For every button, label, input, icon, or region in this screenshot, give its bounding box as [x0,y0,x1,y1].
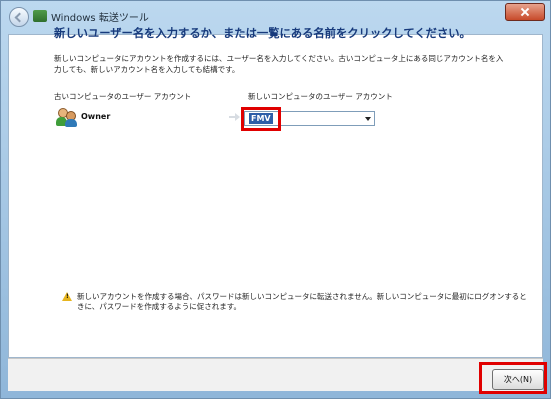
old-user-name: Owner [81,112,111,121]
warning-icon [62,292,72,301]
page-title: 新しいユーザー名を入力するか、または一覧にある名前をクリックしてください。 [54,27,471,40]
dropdown-arrow-icon[interactable] [365,117,371,121]
transfer-window: Windows 転送ツール 新しいユーザー名を入力するか、または一覧にある名前を… [0,0,551,399]
warning-text: 新しいアカウントを作成する場合、パスワードは新しいコンピュータに転送されません。… [77,292,527,311]
button-bar [8,358,543,391]
highlight-frame [241,107,281,131]
user-accounts-icon [56,107,78,127]
old-account-label: 古いコンピュータのユーザー アカウント [54,92,192,101]
back-button[interactable] [9,7,29,27]
next-button-highlight [479,362,547,394]
windows-transfer-icon [33,10,47,22]
instructions-text: 新しいコンピュータにアカウントを作成するには、ユーザー名を入力してください。古い… [54,54,504,74]
new-account-label: 新しいコンピュータのユーザー アカウント [248,92,393,101]
close-button[interactable] [505,3,545,21]
window-title: Windows 転送ツール [51,13,149,24]
arrow-right-icon [229,113,240,121]
